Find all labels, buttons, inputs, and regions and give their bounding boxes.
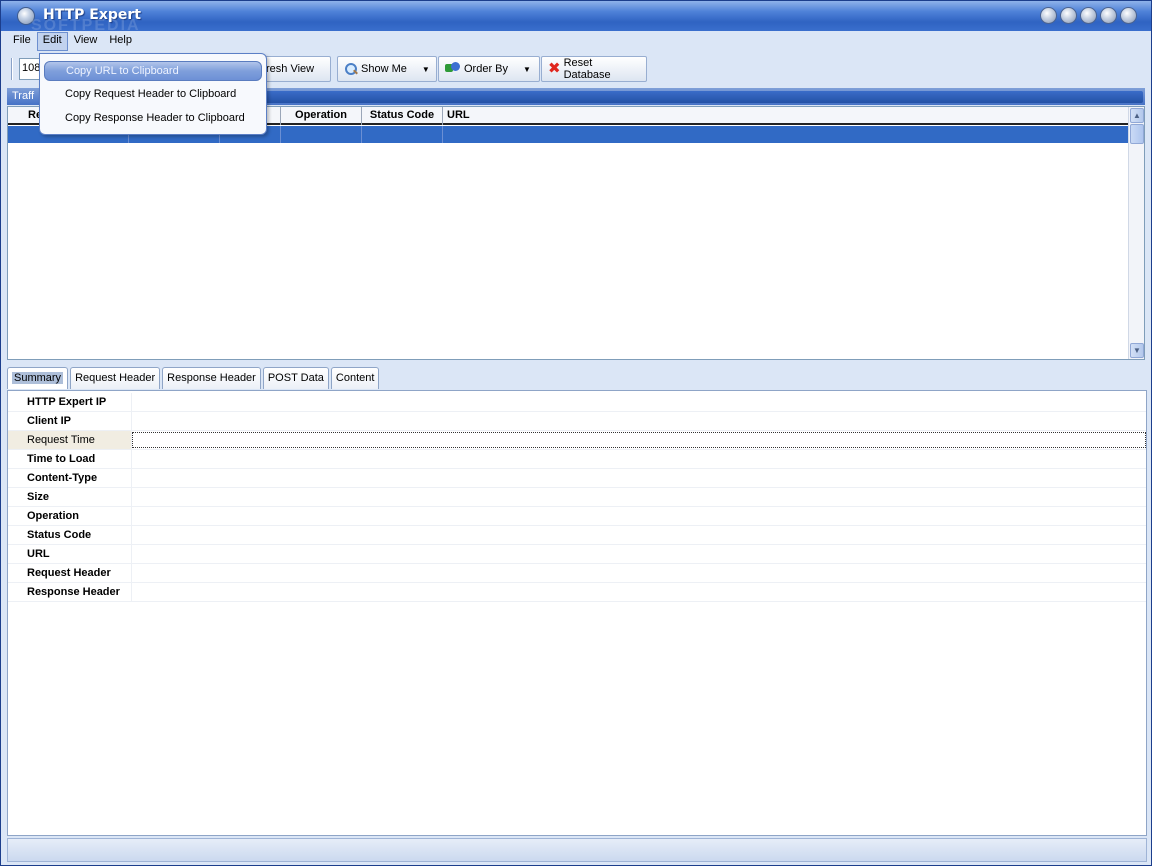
column-header-url[interactable]: URL (443, 107, 1130, 125)
summary-label: HTTP Expert IP (8, 393, 132, 411)
summary-label: Status Code (8, 526, 132, 544)
summary-row-url[interactable]: URL (8, 545, 1146, 564)
column-header-status-code[interactable]: Status Code (362, 107, 443, 125)
menu-file[interactable]: File (7, 32, 37, 51)
reset-database-button[interactable]: ✖ Reset Database (541, 56, 647, 82)
summary-row-operation[interactable]: Operation (8, 507, 1146, 526)
summary-value (132, 450, 1146, 468)
summary-row-size[interactable]: Size (8, 488, 1146, 507)
summary-row-client-ip[interactable]: Client IP (8, 412, 1146, 431)
status-bar (7, 838, 1147, 862)
scroll-up-icon[interactable]: ▲ (1130, 108, 1144, 123)
order-icon (445, 62, 461, 76)
summary-value (132, 432, 1146, 448)
summary-label: Client IP (8, 412, 132, 430)
tab-response-header[interactable]: Response Header (162, 367, 261, 389)
traffic-panel-bar (259, 91, 1143, 103)
magnifier-icon (344, 62, 358, 76)
summary-label: URL (8, 545, 132, 563)
menu-edit[interactable]: Edit (36, 32, 68, 51)
menu-view[interactable]: View (68, 32, 104, 51)
tab-content[interactable]: Content (330, 367, 380, 389)
summary-row-status-code[interactable]: Status Code (8, 526, 1146, 545)
order-by-button[interactable]: Order By ▼ (438, 56, 540, 82)
summary-label: Request Time (8, 431, 132, 449)
close-button[interactable] (1120, 7, 1137, 24)
summary-value (132, 545, 1146, 563)
summary-value (132, 583, 1146, 601)
summary-value (132, 526, 1146, 544)
app-window: HTTP Expert SOFTPEDIA File Edit View Hel… (0, 0, 1152, 866)
summary-label: Content-Type (8, 469, 132, 487)
show-me-label: Show Me (361, 63, 407, 75)
menu-item-copy-request-header[interactable]: Copy Request Header to Clipboard (44, 85, 262, 105)
scroll-thumb[interactable] (1130, 124, 1144, 144)
tab-post-data[interactable]: POST Data (262, 367, 329, 389)
summary-label: Size (8, 488, 132, 506)
summary-label: Time to Load (8, 450, 132, 468)
vertical-scrollbar[interactable]: ▲ ▼ (1128, 107, 1144, 359)
summary-value (132, 564, 1146, 582)
traffic-grid: Re Operation Status Code URL ▲ ▼ (7, 106, 1145, 360)
menu-bar: File Edit View Help (7, 32, 138, 52)
toolbar-grip[interactable] (11, 58, 13, 80)
chevron-down-icon[interactable]: ▼ (523, 65, 531, 74)
column-header-operation[interactable]: Operation (281, 107, 362, 125)
summary-row-response-header[interactable]: Response Header (8, 583, 1146, 602)
edit-menu-dropdown: Copy URL to Clipboard Copy Request Heade… (39, 53, 267, 135)
summary-value (132, 488, 1146, 506)
window-title: HTTP Expert (43, 7, 141, 23)
traffic-panel-title: Traff (12, 90, 35, 102)
table-cell (362, 126, 443, 143)
reset-database-label: Reset Database (563, 57, 611, 81)
summary-value (132, 507, 1146, 525)
summary-row-time-to-load[interactable]: Time to Load (8, 450, 1146, 469)
app-orb-icon[interactable] (17, 7, 35, 25)
summary-value (132, 469, 1146, 487)
title-bar[interactable]: HTTP Expert SOFTPEDIA (1, 1, 1151, 34)
summary-row-request-time[interactable]: Request Time (8, 431, 1146, 450)
tab-summary[interactable]: Summary (7, 367, 69, 389)
window-controls (1040, 7, 1137, 24)
order-by-label: Order By (464, 63, 509, 75)
refresh-view-label: resh View (266, 63, 315, 75)
show-me-button[interactable]: Show Me ▼ (337, 56, 437, 82)
summary-value (132, 393, 1146, 411)
summary-label: Response Header (8, 583, 132, 601)
maximize-button[interactable] (1100, 7, 1117, 24)
summary-panel: HTTP Expert IP Client IP Request Time Ti… (7, 390, 1147, 836)
summary-label: Operation (8, 507, 132, 525)
red-x-icon: ✖ (548, 60, 561, 77)
window-button-1[interactable] (1040, 7, 1057, 24)
summary-row-request-header[interactable]: Request Header (8, 564, 1146, 583)
menu-help[interactable]: Help (103, 32, 138, 51)
tab-label: Summary (12, 372, 64, 384)
detail-tabs: Summary Request Header Response Header P… (7, 367, 380, 390)
table-cell (281, 126, 362, 143)
summary-row-http-expert-ip[interactable]: HTTP Expert IP (8, 393, 1146, 412)
summary-value (132, 412, 1146, 430)
menu-item-copy-url[interactable]: Copy URL to Clipboard (44, 61, 262, 81)
chevron-down-icon[interactable]: ▼ (422, 65, 430, 74)
minimize-button[interactable] (1080, 7, 1097, 24)
scroll-down-icon[interactable]: ▼ (1130, 343, 1144, 358)
tab-request-header[interactable]: Request Header (70, 367, 161, 389)
summary-label: Request Header (8, 564, 132, 582)
summary-row-content-type[interactable]: Content-Type (8, 469, 1146, 488)
menu-item-copy-response-header[interactable]: Copy Response Header to Clipboard (44, 109, 262, 129)
window-button-2[interactable] (1060, 7, 1077, 24)
